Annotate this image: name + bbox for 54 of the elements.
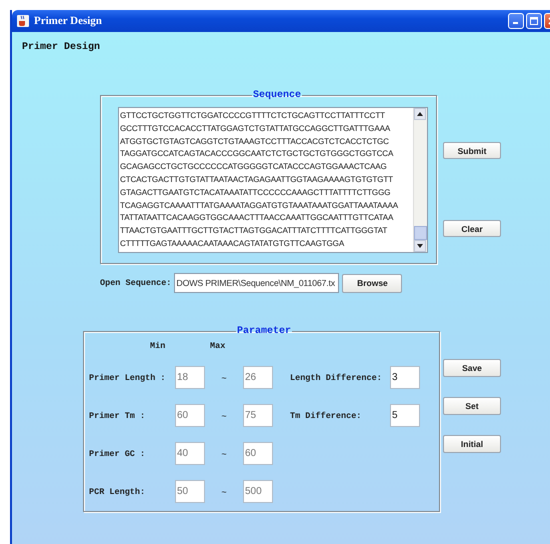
- group-title: Parameter: [236, 326, 292, 337]
- file-path-field[interactable]: DOWS PRIMER\Sequence\NM_011067.tx: [174, 273, 340, 293]
- browse-button[interactable]: Browse: [342, 274, 402, 292]
- sequence-line: GCCTTTGTCCACACCTTATGGAGTCTGTATTATGCCAGGCTTGATTTGAAA: [120, 122, 392, 135]
- sequence-line: TCAGAGGTCAAAATTTATGAAAATAGGATGTGTAAATAAATGGATTAAATAAAA: [120, 200, 400, 212]
- sequence-line: ATGGTGCTGTAGTCAGGTCTGTAAAGTCCTTTACCACGTCTCACCTCTGC: [120, 136, 390, 148]
- page-heading: Primer Design: [22, 42, 102, 53]
- sequence-line: TATTATAATTCACAAGGTGGCAAACTTTAACCAAATTGGCAATTTGTTCATAA: [120, 212, 394, 224]
- field-label: Open Sequence:: [100, 278, 172, 288]
- up-arrow-icon[interactable]: [417, 112, 423, 116]
- scroll-thumb[interactable]: [414, 226, 427, 240]
- range-separator: ~: [220, 486, 228, 496]
- field-label: Primer GC :: [89, 448, 146, 458]
- scrollbar[interactable]: [413, 108, 427, 252]
- action-button[interactable]: Set: [443, 397, 501, 415]
- min-field[interactable]: 60: [175, 404, 205, 427]
- coffee-cup-icon: [16, 14, 30, 28]
- max-field[interactable]: 60: [243, 442, 273, 465]
- min-field[interactable]: 40: [175, 442, 205, 465]
- column-label: Max: [210, 341, 226, 351]
- sequence-line: TAGGATGCCATCAGTACACCCGGCAATCTCTGCTGCTGTGGGCTGGTCCA: [120, 148, 394, 160]
- minimize-button[interactable]: [508, 13, 524, 29]
- field-label: Primer Length :: [89, 372, 167, 382]
- action-button[interactable]: Clear: [443, 220, 501, 237]
- max-field[interactable]: 500: [243, 480, 273, 503]
- sequence-line: GTTCCTGCTGGTTCTGGATCCCCGTTTTCTCTGCAGTTCCTTATTTCCTT: [120, 110, 386, 122]
- window-title: Primer Design: [34, 15, 103, 27]
- sequence-line: GTAGACTTGAATGTCTACATAAATATTCCCCCCAAAGCTTTATTTTCTTGGG: [120, 186, 392, 199]
- action-button[interactable]: Submit: [443, 142, 501, 159]
- down-arrow-icon[interactable]: [417, 244, 423, 248]
- group-title: Sequence: [252, 90, 302, 101]
- maximize-icon: [530, 17, 538, 25]
- action-button[interactable]: Save: [443, 359, 501, 377]
- range-separator: ~: [220, 410, 228, 420]
- maximize-button[interactable]: [526, 13, 542, 29]
- field-label: Tm Difference:: [290, 410, 362, 420]
- sequence-line: GCAGAGCCTGCTGCCCCCCATGGGGGTCATACCCAGTGGAAACTCAAG: [120, 161, 388, 174]
- action-button[interactable]: Initial: [443, 435, 501, 453]
- difference-field[interactable]: 3: [390, 366, 420, 389]
- min-field[interactable]: 50: [175, 480, 205, 503]
- max-field[interactable]: 26: [243, 366, 273, 389]
- field-label: PCR Length:: [89, 486, 146, 496]
- field-label: Length Difference:: [290, 372, 383, 382]
- max-field[interactable]: 75: [243, 404, 273, 427]
- sequence-text-area[interactable]: [118, 107, 428, 253]
- sequence-line: CTTTTTGAGTAAAAACAATAAACAGTATATGTGTTCAAGTGGA: [120, 238, 346, 250]
- sequence-line: TTAACTGTGAATTTGCTTGTACTTAGTGGACATTTATCTTTTCATTGGGTAT: [120, 225, 388, 238]
- difference-field[interactable]: 5: [390, 404, 420, 427]
- min-field[interactable]: 18: [175, 366, 205, 389]
- field-label: Primer Tm :: [89, 410, 146, 420]
- range-separator: ~: [220, 448, 228, 458]
- sequence-line: CTCACTGACTTGTGTATTAATAACTAGAGAATTGGTAAGAAAAGTGTGTGTT: [120, 174, 394, 186]
- column-label: Min: [150, 341, 166, 351]
- range-separator: ~: [220, 372, 228, 382]
